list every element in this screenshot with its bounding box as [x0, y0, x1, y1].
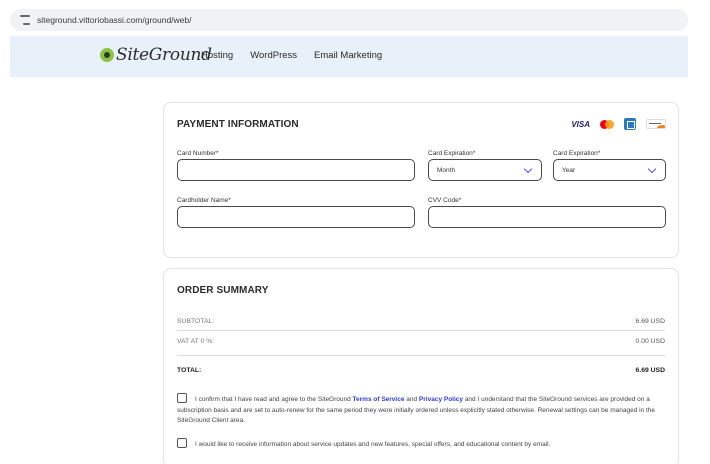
visa-icon: VISA	[571, 119, 590, 129]
expiration-month-value: Month	[437, 166, 456, 174]
cardholder-name-label: Cardholder Name*	[177, 197, 231, 204]
total-row: TOTAL: 6.69 USD	[177, 367, 665, 374]
mastercard-icon	[600, 119, 614, 129]
logo-text: SiteGround	[116, 45, 212, 65]
subtotal-label: SUBTOTAL:	[177, 318, 215, 325]
card-expiration-year-label: Card Expiration*	[553, 150, 601, 157]
subtotal-value: 6.69 USD	[635, 318, 665, 325]
card-number-input[interactable]	[177, 159, 415, 181]
nav-email-marketing[interactable]: Email Marketing	[314, 50, 382, 61]
vat-value: 0.00 USD	[635, 338, 665, 345]
divider	[177, 330, 665, 331]
vat-row: VAT AT 0 %: 0.00 USD	[177, 338, 665, 345]
chevron-down-icon	[523, 164, 533, 174]
cvv-code-input[interactable]	[428, 206, 666, 228]
cardholder-name-input[interactable]	[177, 206, 415, 228]
expiration-year-select[interactable]: Year	[553, 159, 666, 181]
expiration-month-select[interactable]: Month	[428, 159, 542, 181]
marketing-text: I would like to receive information abou…	[195, 441, 551, 448]
order-summary-title: ORDER SUMMARY	[177, 285, 269, 296]
siteground-logo[interactable]: SiteGround	[100, 45, 212, 65]
site-header: SiteGround Hosting WordPress Email Marke…	[10, 36, 688, 77]
terms-checkbox[interactable]	[177, 393, 187, 403]
nav-hosting[interactable]: Hosting	[201, 50, 233, 61]
chevron-down-icon	[647, 164, 657, 174]
accepted-cards: VISA	[571, 118, 666, 130]
total-label: TOTAL:	[177, 367, 202, 374]
main-nav: Hosting WordPress Email Marketing	[201, 50, 382, 61]
divider	[177, 355, 665, 356]
subtotal-row: SUBTOTAL: 6.69 USD	[177, 318, 665, 325]
discover-icon	[646, 119, 666, 129]
address-bar[interactable]: siteground.vittoriobassi.com/ground/web/	[10, 9, 688, 31]
amex-icon	[624, 118, 636, 130]
terms-consent: I confirm that I have read and agree to …	[177, 393, 660, 427]
order-summary-card: ORDER SUMMARY SUBTOTAL: 6.69 USD VAT AT …	[163, 268, 679, 464]
total-value: 6.69 USD	[635, 367, 665, 374]
payment-title: PAYMENT INFORMATION	[177, 119, 299, 130]
url-text: siteground.vittoriobassi.com/ground/web/	[37, 15, 192, 25]
marketing-checkbox[interactable]	[177, 438, 187, 448]
privacy-policy-link[interactable]: Privacy Policy	[419, 396, 463, 403]
terms-of-service-link[interactable]: Terms of Service	[353, 396, 405, 403]
siteground-logo-icon	[100, 48, 114, 62]
terms-text-and: and	[404, 396, 419, 403]
terms-text-prefix: I confirm that I have read and agree to …	[195, 396, 353, 403]
vat-label: VAT AT 0 %:	[177, 338, 215, 345]
nav-wordpress[interactable]: WordPress	[250, 50, 297, 61]
expiration-year-value: Year	[562, 166, 576, 174]
card-expiration-month-label: Card Expiration*	[428, 150, 476, 157]
site-settings-icon[interactable]	[20, 15, 30, 25]
payment-information-card: PAYMENT INFORMATION VISA Card Number* Ca…	[163, 102, 679, 258]
marketing-consent: I would like to receive information abou…	[177, 438, 660, 451]
card-number-label: Card Number*	[177, 150, 219, 157]
cvv-code-label: CVV Code*	[428, 197, 462, 204]
